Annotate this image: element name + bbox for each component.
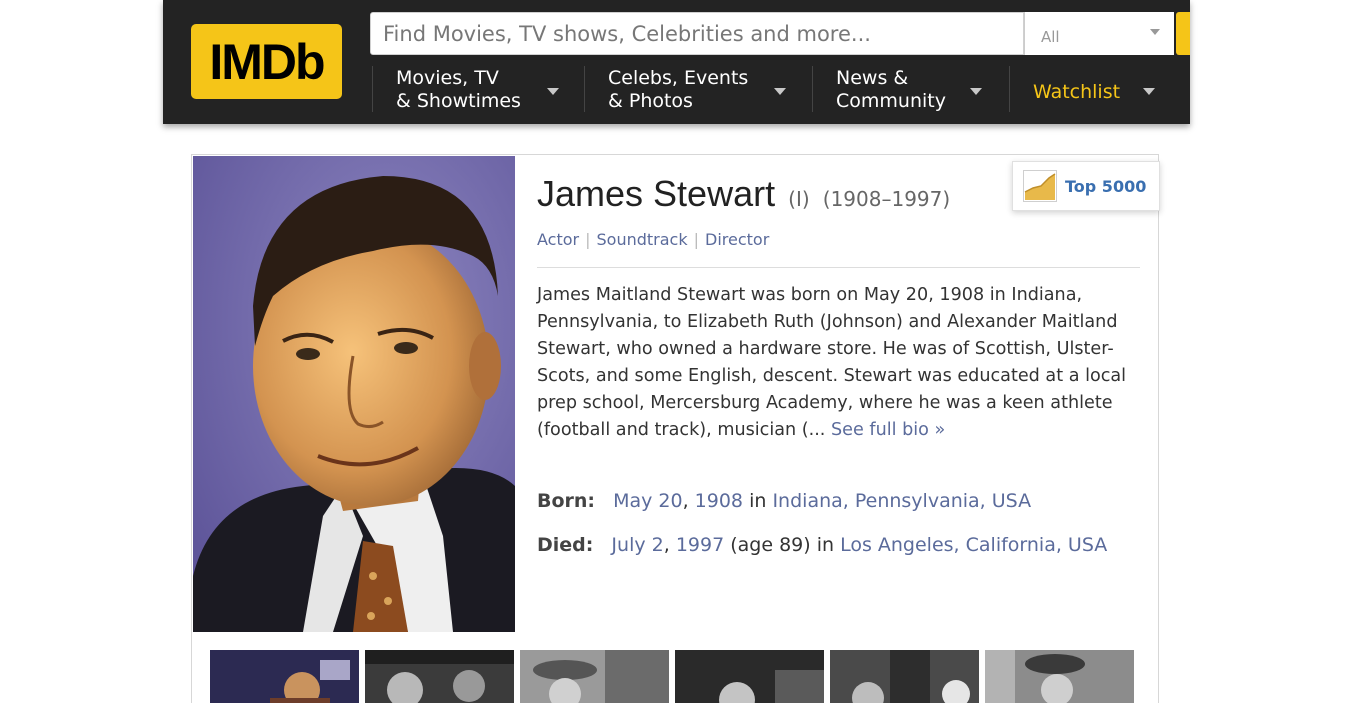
nav-label-line2: & Showtimes <box>396 90 521 112</box>
died-label: Died: <box>537 534 594 556</box>
photo-thumbnail-image <box>830 650 979 703</box>
job-actor-link[interactable]: Actor <box>537 230 579 249</box>
chevron-down-icon <box>547 88 559 95</box>
nav-news-community[interactable]: News & Community <box>836 55 986 124</box>
nav-label-line2: & Photos <box>608 90 693 112</box>
nav-label-line1: News & <box>836 67 909 89</box>
nav-divider <box>812 66 813 112</box>
starmeter-label: Top 5000 <box>1065 176 1147 196</box>
photo-thumbnail-image <box>210 650 359 703</box>
nav-watchlist[interactable]: Watchlist <box>1033 55 1173 124</box>
died-connector: in <box>816 534 835 556</box>
nav-label-line1: Movies, TV <box>396 67 499 89</box>
born-date-link[interactable]: May 20 <box>613 490 683 512</box>
bio-text: James Maitland Stewart was born on May 2… <box>537 285 1127 440</box>
nav-label-line1: Celebs, Events <box>608 67 749 89</box>
nav-movies-tv-showtimes[interactable]: Movies, TV & Showtimes <box>396 55 572 124</box>
photo-thumbnail[interactable] <box>520 650 669 703</box>
nav-divider <box>1009 66 1010 112</box>
photo-thumbnail-strip <box>210 650 1140 703</box>
imdb-logo[interactable]: IMDb <box>191 24 342 99</box>
chevron-down-icon <box>970 88 982 95</box>
job-soundtrack-link[interactable]: Soundtrack <box>597 230 688 249</box>
died-info: Died: July 2, 1997 (age 89) in Los Angel… <box>537 534 1107 556</box>
header-divider <box>537 267 1140 268</box>
nav-divider <box>584 66 585 112</box>
job-categories: Actor | Soundtrack | Director <box>537 230 769 249</box>
nav-celebs-events-photos[interactable]: Celebs, Events & Photos <box>608 55 793 124</box>
chart-icon <box>1023 170 1057 202</box>
born-connector: in <box>749 490 767 512</box>
chevron-down-icon <box>774 88 786 95</box>
died-date-link[interactable]: July 2 <box>611 534 663 556</box>
person-disambiguation: (I) <box>788 187 810 211</box>
born-year-link[interactable]: 1908 <box>695 490 743 512</box>
chevron-down-icon <box>1150 29 1160 35</box>
nav-divider <box>372 66 373 112</box>
search-input[interactable] <box>370 12 1024 55</box>
photo-thumbnail-image <box>985 650 1134 703</box>
chevron-down-icon <box>1143 88 1155 95</box>
role-separator: | <box>585 230 591 249</box>
see-full-bio-link[interactable]: See full bio » <box>831 420 945 440</box>
person-years: (1908–1997) <box>822 187 951 211</box>
person-photo-image <box>193 156 515 632</box>
born-place-link[interactable]: Indiana, Pennsylvania, USA <box>772 490 1031 512</box>
born-label: Born: <box>537 490 596 512</box>
photo-thumbnail[interactable] <box>210 650 359 703</box>
photo-thumbnail[interactable] <box>985 650 1134 703</box>
site-header: IMDb All Movies, TV & Showtimes Celebs, … <box>163 0 1190 124</box>
search-category-value: All <box>1041 28 1060 46</box>
died-place-link[interactable]: Los Angeles, California, USA <box>840 534 1107 556</box>
person-photo[interactable] <box>193 156 515 632</box>
born-date-separator: , <box>682 490 689 512</box>
person-name: James Stewart <box>537 173 776 214</box>
photo-thumbnail-image <box>365 650 514 703</box>
died-age: (age 89) <box>730 534 811 556</box>
bio-excerpt: James Maitland Stewart was born on May 2… <box>537 282 1143 444</box>
job-director-link[interactable]: Director <box>705 230 769 249</box>
role-separator: | <box>693 230 699 249</box>
photo-thumbnail[interactable] <box>830 650 979 703</box>
person-heading: James Stewart (I) (1908–1997) <box>537 173 950 215</box>
born-info: Born: May 20, 1908 in Indiana, Pennsylva… <box>537 490 1031 512</box>
name-overview-card: James Stewart (I) (1908–1997) Top 5000 A… <box>191 154 1160 703</box>
photo-thumbnail-image <box>520 650 669 703</box>
nav-label-line2: Community <box>836 90 946 112</box>
photo-thumbnail[interactable] <box>365 650 514 703</box>
starmeter-badge[interactable]: Top 5000 <box>1012 161 1160 211</box>
died-date-separator: , <box>663 534 670 556</box>
photo-thumbnail-image <box>675 650 824 703</box>
photo-thumbnail[interactable] <box>675 650 824 703</box>
search-button[interactable] <box>1176 12 1190 55</box>
died-year-link[interactable]: 1997 <box>676 534 724 556</box>
search-category-select[interactable]: All <box>1024 12 1174 55</box>
